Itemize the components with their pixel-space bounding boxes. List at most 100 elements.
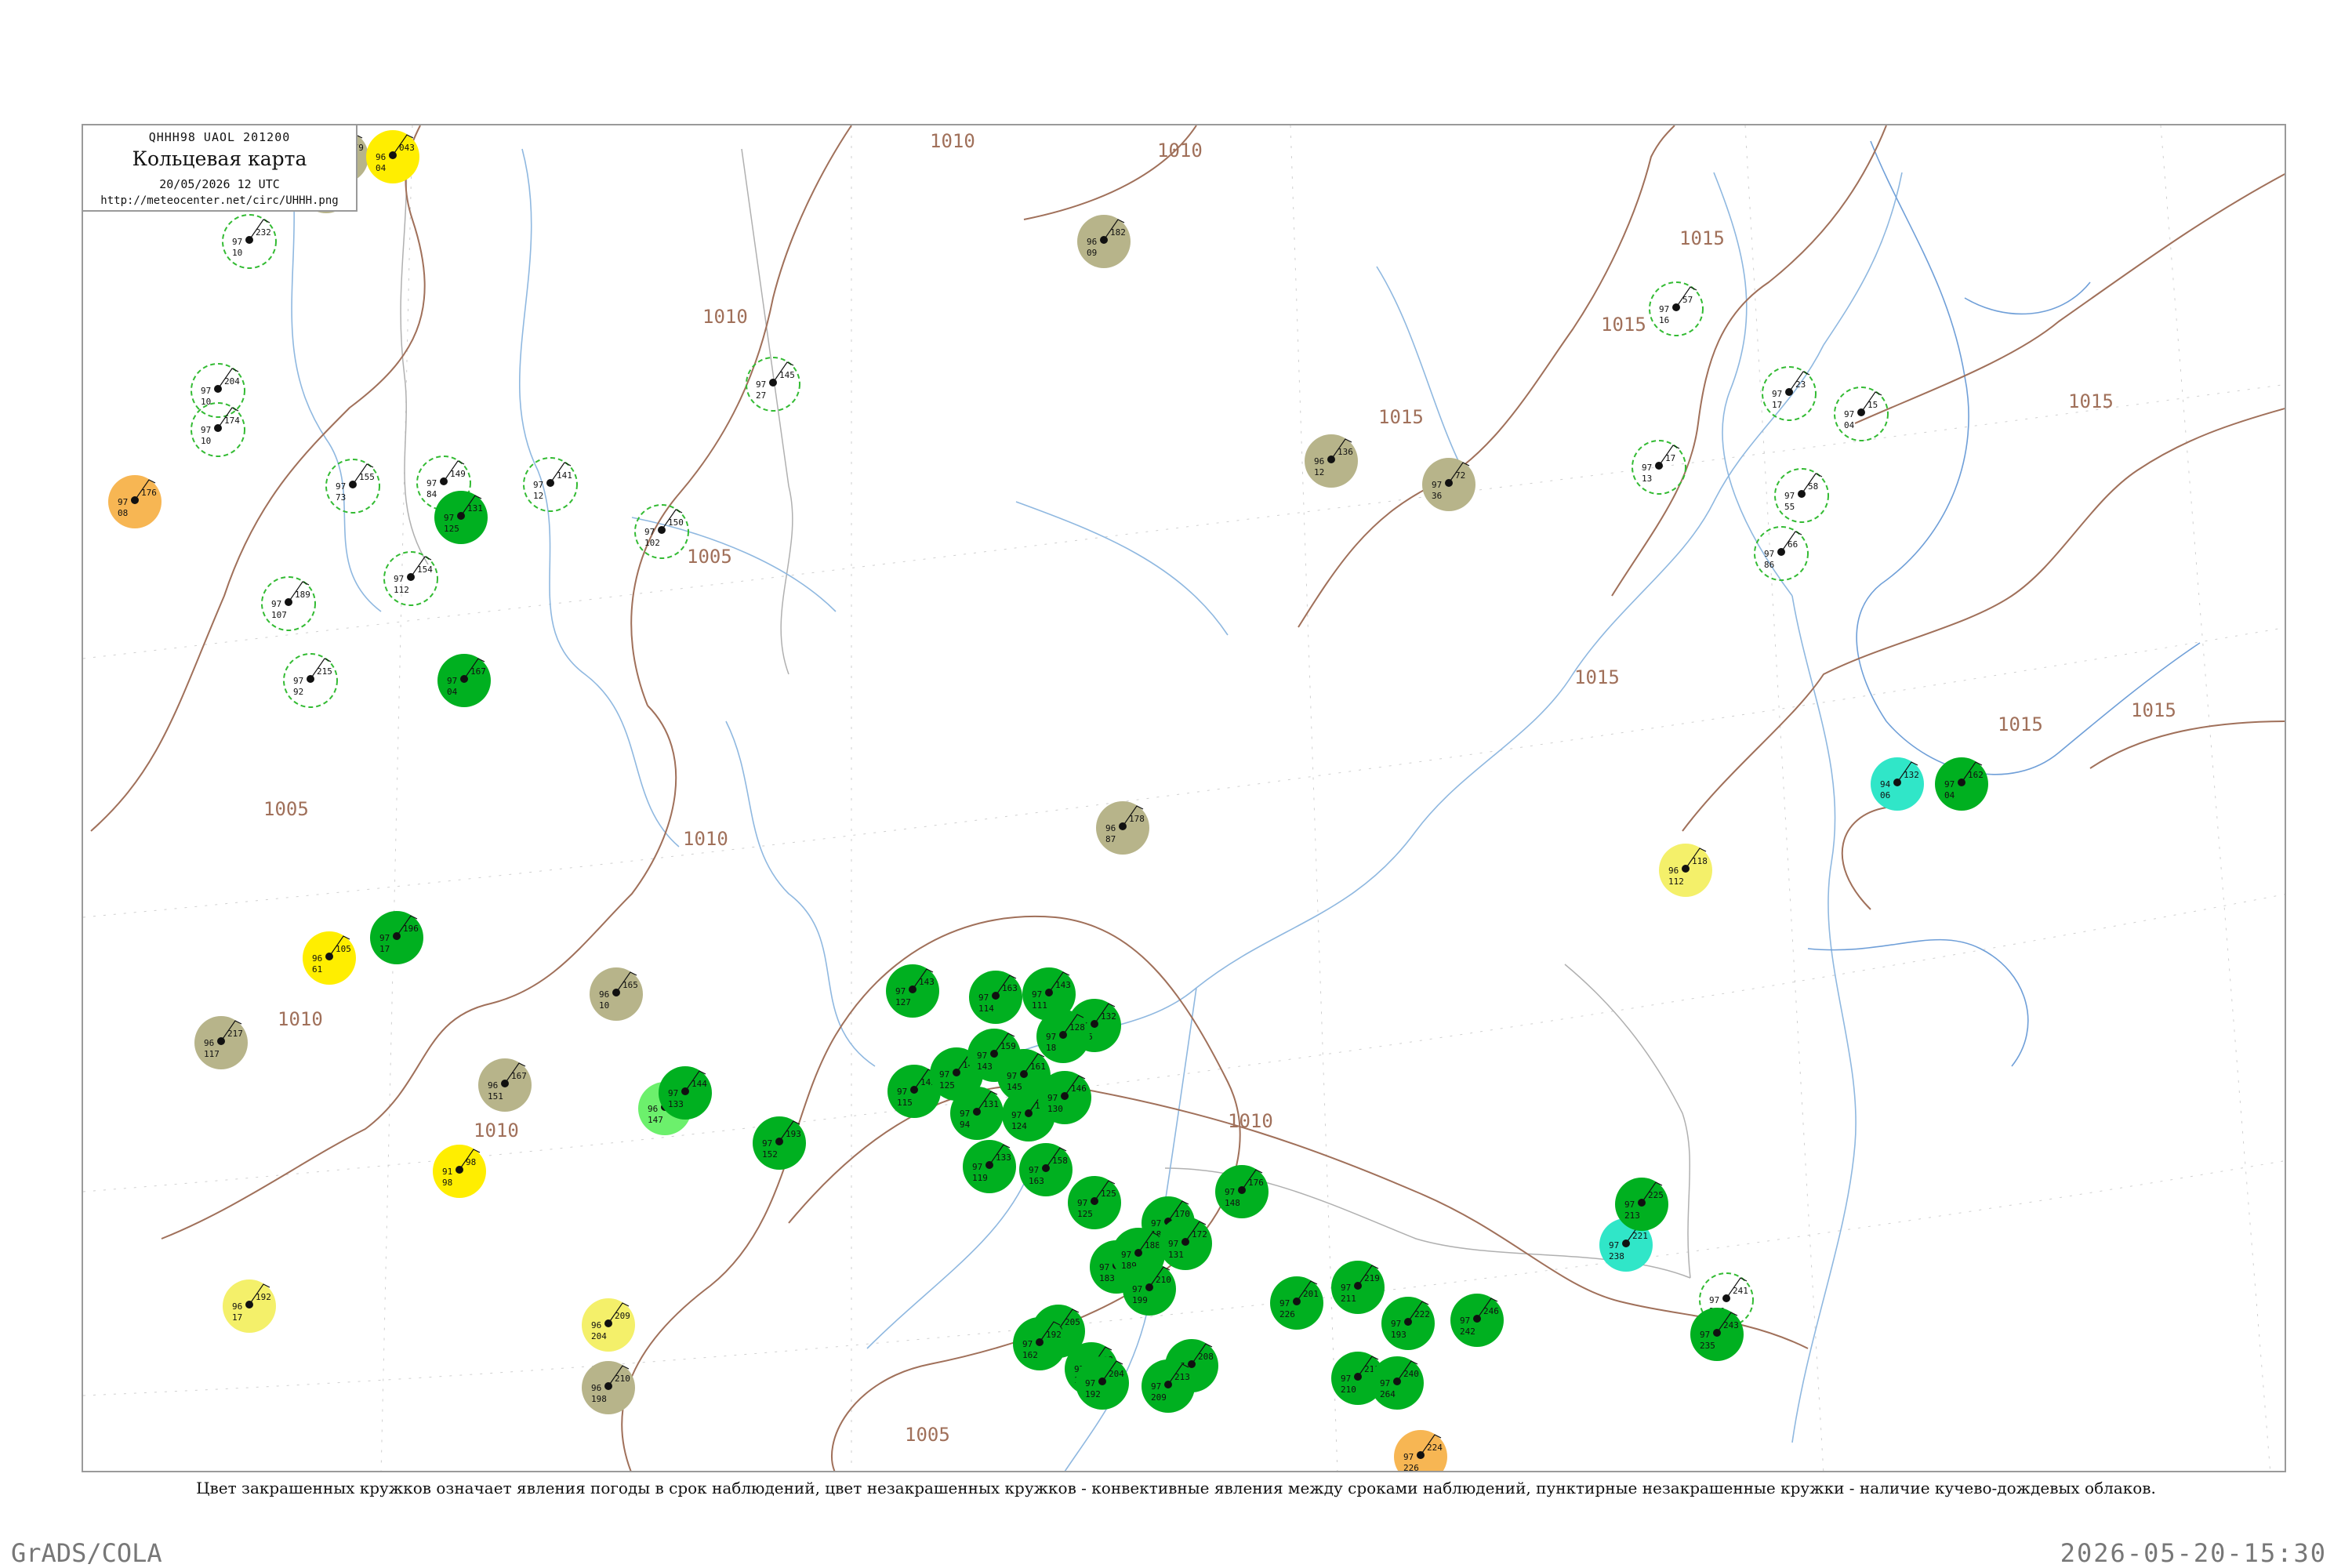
map-title: Кольцевая карта: [132, 147, 307, 170]
station-dewpoint: 213: [1624, 1210, 1640, 1221]
station-marker: 176 97148: [1215, 1165, 1269, 1218]
station-pressure: 232: [256, 227, 271, 238]
station-pressure: 167: [470, 666, 486, 677]
station-dewpoint: 10: [232, 248, 242, 258]
station-marker: 163 97114: [969, 971, 1022, 1024]
station-temp: 97: [1099, 1262, 1109, 1272]
station-dewpoint: 131: [1168, 1250, 1184, 1260]
station-dewpoint: 102: [644, 538, 660, 548]
station-temp: 97: [960, 1109, 970, 1119]
station-dewpoint: 84: [426, 489, 437, 499]
station-pressure: 165: [622, 980, 638, 990]
station-marker: 176 9708: [108, 475, 162, 528]
station-dewpoint: 117: [204, 1049, 220, 1059]
station-temp: 97: [1844, 409, 1854, 419]
station-dewpoint: 125: [1077, 1209, 1093, 1219]
station-temp: 97: [977, 1051, 987, 1061]
station-dewpoint: 04: [447, 687, 458, 697]
station-marker: 154 97112: [383, 551, 438, 606]
station-dewpoint: 209: [1151, 1392, 1167, 1403]
station-dewpoint: 18: [1046, 1043, 1056, 1053]
station-marker: 210 96198: [582, 1361, 635, 1414]
station-dewpoint: 16: [1659, 315, 1669, 325]
isobar-line: [161, 705, 677, 1240]
station-temp: 97: [1047, 1093, 1058, 1103]
station-dewpoint: 163: [1029, 1176, 1044, 1186]
station-pressure: 131: [983, 1099, 999, 1109]
station-marker: 172 97131: [1159, 1217, 1212, 1270]
station-marker: 989198: [433, 1145, 486, 1198]
station-temp: 97: [1085, 1378, 1095, 1388]
station-pressure: 174: [224, 416, 240, 426]
station-marker: 669786: [1754, 526, 1809, 581]
station-marker: 239717: [1762, 366, 1817, 421]
station-temp: 97: [1077, 1198, 1087, 1208]
station-temp: 97: [1168, 1239, 1178, 1249]
station-marker: 224 97226: [1394, 1430, 1447, 1471]
station-temp: 96: [591, 1383, 601, 1393]
station-temp: 97: [1032, 989, 1042, 1000]
station-pressure: 141: [557, 470, 572, 481]
station-temp: 97: [1609, 1240, 1619, 1250]
station-dewpoint: 148: [1225, 1198, 1240, 1208]
software-label: GrADS/COLA: [11, 1538, 162, 1568]
station-dewpoint: 92: [293, 687, 303, 697]
station-dewpoint: 36: [1432, 491, 1442, 501]
station-pressure: 243: [1723, 1320, 1739, 1330]
station-temp: 97: [1151, 1218, 1161, 1229]
station-pressure: 162: [1968, 770, 1984, 780]
station-temp: 97: [1772, 389, 1782, 399]
station-temp: 97: [118, 497, 128, 507]
station-temp: 96: [1087, 237, 1097, 247]
station-temp: 97: [1700, 1330, 1710, 1340]
station-pressure: 225: [1648, 1190, 1664, 1200]
station-marker: 201 97226: [1270, 1276, 1323, 1330]
station-pressure: 161: [1030, 1062, 1046, 1072]
station-marker: 118 96112: [1659, 844, 1712, 897]
station-temp: 97: [1624, 1200, 1635, 1210]
isobar-label: 1015: [1679, 227, 1725, 249]
station-marker: 150 97102: [634, 504, 689, 559]
station-marker: 179713: [1632, 440, 1686, 495]
station-temp: 97: [1380, 1378, 1390, 1388]
station-temp: 97: [379, 933, 390, 943]
station-pressure: 213: [1174, 1372, 1190, 1382]
station-temp: 96: [1105, 823, 1116, 833]
station-marker: 158 97163: [1019, 1143, 1073, 1196]
station-pressure: 146: [1071, 1083, 1087, 1094]
map-datetime: 20/05/2026 12 UTC: [159, 177, 280, 191]
isobar-label: 1010: [930, 130, 975, 152]
station-marker: 105 9661: [303, 931, 356, 985]
station-dewpoint: 61: [312, 964, 322, 975]
bulletin-code: QHHH98 UAOL 201200: [148, 130, 291, 144]
station-pressure: 210: [615, 1374, 630, 1384]
station-marker: 131 97125: [434, 491, 488, 544]
station-dewpoint: 162: [1022, 1350, 1038, 1360]
station-marker: 219 97211: [1331, 1261, 1385, 1314]
station-pressure: 204: [1109, 1369, 1124, 1379]
station-temp: 97: [1391, 1319, 1401, 1329]
station-temp: 97: [756, 379, 766, 390]
station-pressure: 246: [1483, 1306, 1499, 1316]
station-dewpoint: 17: [232, 1312, 242, 1323]
station-pressure: 158: [1052, 1156, 1068, 1166]
station-marker: 209 96204: [582, 1298, 635, 1352]
station-dewpoint: 226: [1279, 1309, 1295, 1319]
station-temp: 97: [293, 676, 303, 686]
station-marker: 128 9718: [1036, 1010, 1090, 1063]
station-temp: 96: [376, 152, 386, 162]
station-marker: 136 9612: [1305, 434, 1358, 488]
station-marker: 131 9794: [950, 1087, 1004, 1140]
station-pressure: 217: [227, 1029, 243, 1039]
station-temp: 97: [426, 478, 437, 488]
station-dewpoint: 55: [1784, 502, 1795, 512]
isobar-label: 1015: [1601, 314, 1646, 336]
station-marker: 182 9609: [1077, 215, 1131, 268]
station-marker: 178 9687: [1096, 801, 1149, 855]
station-marker: 144 97133: [659, 1066, 712, 1120]
station-pressure: 210: [1156, 1275, 1171, 1285]
station-dewpoint: 193: [1391, 1330, 1406, 1340]
station-dewpoint: 114: [978, 1004, 994, 1014]
station-pressure: 196: [403, 924, 419, 934]
station-marker: 240 97264: [1370, 1356, 1424, 1410]
